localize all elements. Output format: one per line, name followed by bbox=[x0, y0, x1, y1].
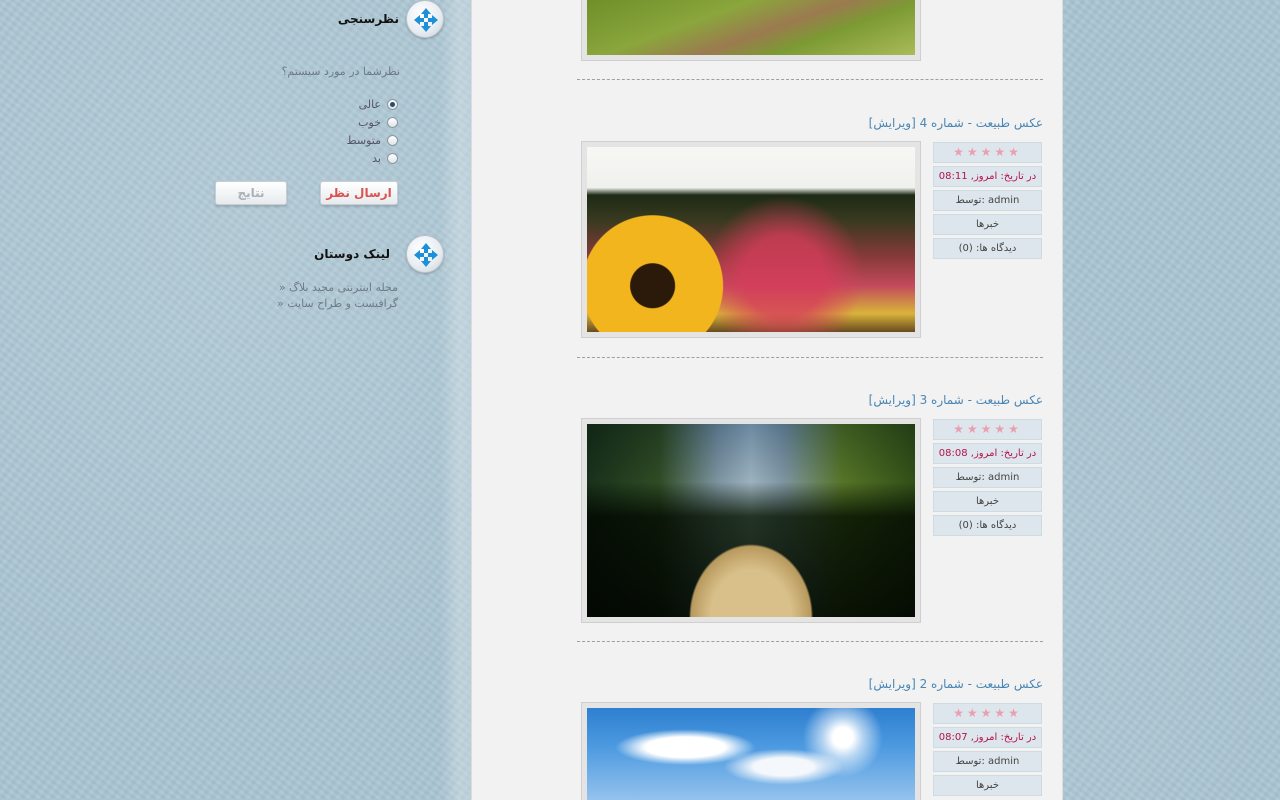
radio-button[interactable] bbox=[387, 98, 398, 110]
canoe-lake-photo[interactable] bbox=[587, 424, 915, 617]
poll-option-excellent[interactable]: عالی bbox=[300, 96, 398, 112]
send-vote-button[interactable]: ارسال نظر bbox=[320, 181, 398, 205]
poll-question: نظرشما در مورد سیستم؟ bbox=[281, 65, 400, 78]
post-category[interactable]: خبرها bbox=[933, 775, 1042, 796]
poll-option-label: خوب bbox=[358, 115, 381, 129]
post-photo-frame bbox=[581, 141, 921, 338]
radio-button[interactable] bbox=[387, 134, 398, 146]
post-divider bbox=[577, 79, 1043, 80]
move-arrows-icon bbox=[406, 235, 444, 273]
post-author[interactable]: توسط: admin bbox=[933, 467, 1042, 488]
post-photo-frame bbox=[581, 418, 921, 623]
sidebar-edge bbox=[440, 0, 472, 800]
post-divider bbox=[577, 641, 1043, 642]
poll-option-good[interactable]: خوب bbox=[300, 114, 398, 130]
friends-title: لینک دوستان bbox=[314, 247, 390, 261]
post-author[interactable]: توسط: admin bbox=[933, 190, 1042, 211]
poll-option-bad[interactable]: بد bbox=[300, 150, 398, 166]
rating-stars[interactable]: ★★★★★ bbox=[933, 142, 1042, 163]
poll-option-label: عالی bbox=[358, 97, 381, 111]
poll-option-label: بد bbox=[372, 151, 381, 165]
rating-stars[interactable]: ★★★★★ bbox=[933, 703, 1042, 724]
results-button[interactable]: نتایج bbox=[215, 181, 287, 205]
move-arrows-icon bbox=[406, 0, 444, 38]
radio-button[interactable] bbox=[387, 152, 398, 164]
post-date: در تاریخ: امروز, 08:11 bbox=[933, 166, 1042, 187]
post-category[interactable]: خبرها bbox=[933, 491, 1042, 512]
post-photo-frame bbox=[581, 0, 921, 61]
poll-option-average[interactable]: متوسط bbox=[300, 132, 398, 148]
rating-stars[interactable]: ★★★★★ bbox=[933, 419, 1042, 440]
post-date: در تاریخ: امروز, 08:08 bbox=[933, 443, 1042, 464]
friend-link-blog[interactable]: » مجله اینترنتی مجید بلاگ bbox=[200, 281, 398, 294]
poll-title: نظرسنجی bbox=[337, 12, 399, 26]
poll-option-label: متوسط bbox=[346, 133, 381, 147]
radio-button[interactable] bbox=[387, 116, 398, 128]
post-divider bbox=[577, 357, 1043, 358]
post-photo-frame bbox=[581, 702, 921, 800]
flower-field-photo[interactable] bbox=[587, 147, 915, 332]
friend-link-designer[interactable]: » گرافیست و طراح سایت bbox=[200, 297, 398, 310]
sky-city-photo[interactable] bbox=[587, 708, 915, 800]
post-date: در تاریخ: امروز, 08:07 bbox=[933, 727, 1042, 748]
post-title-link[interactable]: عکس طبیعت - شماره 4 [ویرایش] bbox=[577, 116, 1043, 130]
post-title-link[interactable]: عکس طبیعت - شماره 2 [ویرایش] bbox=[577, 677, 1043, 691]
field-photo[interactable] bbox=[587, 0, 915, 55]
post-category[interactable]: خبرها bbox=[933, 214, 1042, 235]
post-comments[interactable]: دیدگاه ها: (0) bbox=[933, 515, 1042, 536]
post-title-link[interactable]: عکس طبیعت - شماره 3 [ویرایش] bbox=[577, 393, 1043, 407]
post-comments[interactable]: دیدگاه ها: (0) bbox=[933, 238, 1042, 259]
post-author[interactable]: توسط: admin bbox=[933, 751, 1042, 772]
